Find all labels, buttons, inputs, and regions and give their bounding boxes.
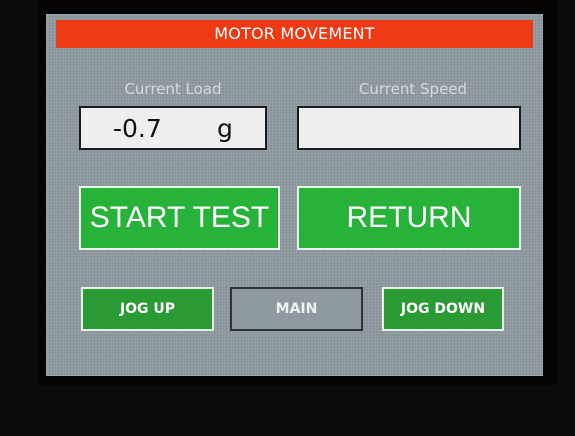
current-load-unit: g (217, 114, 233, 143)
current-speed-display (297, 106, 521, 150)
current-load-value: -0.7 (113, 114, 162, 143)
return-button[interactable]: RETURN (297, 186, 521, 250)
current-speed-label: Current Speed (358, 80, 468, 98)
screen-title: MOTOR MOVEMENT (56, 20, 533, 48)
jog-up-button[interactable]: JOG UP (81, 287, 214, 331)
current-load-display: -0.7 g (79, 106, 267, 150)
jog-down-button[interactable]: JOG DOWN (382, 287, 504, 331)
start-test-button[interactable]: START TEST (79, 186, 280, 250)
main-button[interactable]: MAIN (230, 287, 363, 331)
hmi-screen: MOTOR MOVEMENT Current Load Current Spee… (46, 14, 543, 376)
current-load-label: Current Load (124, 80, 222, 98)
